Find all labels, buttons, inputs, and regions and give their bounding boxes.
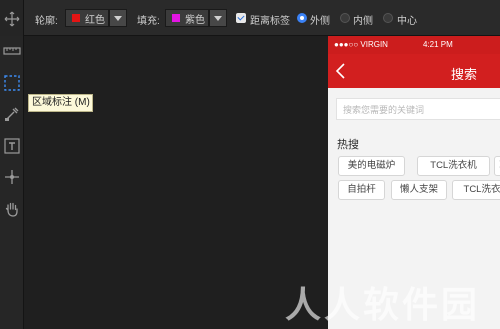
radio-center[interactable] bbox=[383, 13, 393, 23]
hot-tag[interactable]: TCL洗衣 bbox=[452, 180, 500, 200]
fill-color-dropdown-button[interactable] bbox=[209, 9, 227, 27]
watermark-text: 人人软件园 bbox=[285, 284, 481, 325]
fill-color-name: 紫色 bbox=[185, 14, 205, 26]
carrier-text: ●●●○○ VIRGIN bbox=[334, 40, 388, 49]
outline-color-name: 红色 bbox=[85, 14, 105, 26]
hot-search-title: 热搜 bbox=[337, 139, 359, 151]
outline-color-swatch bbox=[72, 14, 80, 22]
color-picker-tool[interactable] bbox=[2, 104, 22, 124]
outline-color-select[interactable]: 红色 bbox=[65, 9, 109, 27]
radio-inside-label: 内侧 bbox=[353, 16, 373, 27]
options-toolbar: 轮廓: 红色 填充: 紫色 距离标签 外侧 内侧 中心 bbox=[0, 0, 500, 36]
distance-label-checkbox[interactable] bbox=[236, 13, 246, 23]
search-field[interactable] bbox=[336, 98, 500, 121]
move-tool[interactable] bbox=[2, 9, 22, 29]
tool-sidebar bbox=[0, 11, 24, 329]
hand-icon bbox=[5, 202, 18, 217]
outline-label: 轮廓: bbox=[35, 16, 58, 27]
search-input[interactable] bbox=[337, 99, 500, 121]
hand-tool[interactable] bbox=[2, 199, 22, 219]
back-arrow-icon[interactable] bbox=[334, 62, 348, 80]
nav-title: 搜索 bbox=[451, 67, 478, 82]
area-marquee-tool[interactable] bbox=[2, 73, 22, 93]
phone-nav-bar: 搜索 bbox=[328, 54, 500, 88]
hot-tag[interactable]: 自拍杆 bbox=[338, 180, 385, 200]
phone-status-bar: ●●●○○ VIRGIN 4:21 PM bbox=[328, 36, 500, 54]
radio-outside-label: 外侧 bbox=[310, 16, 330, 27]
hot-tag[interactable]: 懒人支架 bbox=[391, 180, 447, 200]
color-picker-icon bbox=[5, 107, 19, 121]
hot-tag[interactable]: 冰 bbox=[494, 156, 500, 176]
ruler-icon bbox=[3, 47, 21, 55]
text-icon bbox=[4, 138, 20, 154]
fill-label: 填充: bbox=[137, 16, 160, 27]
distance-label-text: 距离标签 bbox=[250, 16, 290, 27]
hot-tag[interactable]: 美的电磁炉 bbox=[338, 156, 405, 176]
area-annotation-tooltip: 区域标注 (M) bbox=[28, 94, 93, 112]
status-time: 4:21 PM bbox=[423, 40, 453, 49]
radio-inside[interactable] bbox=[340, 13, 350, 23]
outline-color-dropdown-button[interactable] bbox=[109, 9, 127, 27]
radio-outside[interactable] bbox=[297, 13, 307, 23]
hot-tag[interactable]: TCL洗衣机 bbox=[417, 156, 490, 176]
text-tool[interactable] bbox=[2, 136, 22, 156]
move-icon bbox=[4, 11, 20, 27]
ruler-tool[interactable] bbox=[2, 41, 22, 61]
fill-color-swatch bbox=[172, 14, 180, 22]
crosshair-tool[interactable] bbox=[2, 167, 22, 187]
crosshair-icon bbox=[5, 170, 19, 184]
radio-center-label: 中心 bbox=[397, 16, 417, 27]
area-marquee-icon bbox=[4, 75, 20, 91]
fill-color-select[interactable]: 紫色 bbox=[165, 9, 209, 27]
